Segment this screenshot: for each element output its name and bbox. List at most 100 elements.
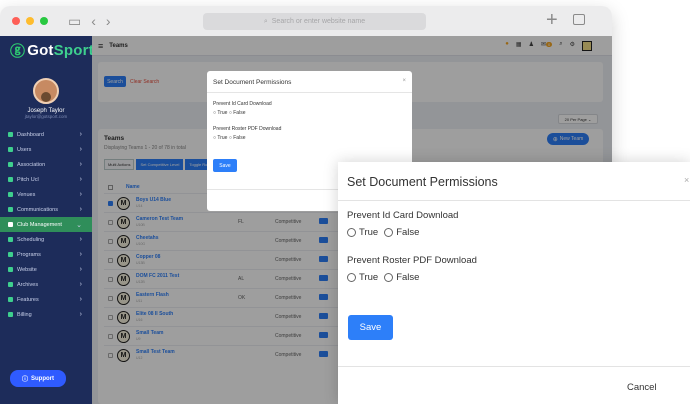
sidebar-item-label: Billing	[17, 311, 32, 318]
sidebar-item-label: Scheduling	[17, 236, 45, 243]
programs-icon	[8, 252, 13, 257]
user-email: jtaylor@gotsport.com	[24, 114, 68, 119]
close-window-button[interactable]	[12, 17, 20, 25]
roster-true-radio[interactable]: True	[217, 135, 227, 141]
forward-icon[interactable]: ›	[106, 13, 111, 29]
billing-icon	[8, 312, 13, 317]
sidebar-item-label: Dashboard	[17, 131, 44, 138]
communications-icon	[8, 207, 13, 212]
roster-false-radio[interactable]: False	[233, 135, 245, 141]
sidebar-item-label: Archives	[17, 281, 39, 288]
minimize-window-button[interactable]	[26, 17, 34, 25]
id-card-label: Prevent Id Card Download	[213, 101, 272, 107]
chevron-right-icon: ›	[79, 296, 82, 303]
sidebar-item-label: Users	[17, 146, 32, 153]
maximize-window-button[interactable]	[40, 17, 48, 25]
tab-overview-icon[interactable]	[573, 14, 585, 25]
roster-true-radio[interactable]	[347, 273, 356, 282]
modal-title: Set Document Permissions	[338, 162, 690, 201]
id-card-false-radio[interactable]	[384, 228, 394, 237]
sidebar-item-users[interactable]: Users ›	[0, 142, 92, 157]
address-bar[interactable]: ⌕ Search or enter website name	[203, 13, 426, 30]
sidebar-nav: Dashboard › Users › Association › Pitch Ucl…	[0, 127, 92, 322]
id-card-false-radio[interactable]: False	[233, 110, 245, 116]
sidebar-item-label: Website	[17, 266, 37, 273]
users-icon	[8, 147, 13, 152]
chevron-right-icon: ›	[79, 251, 82, 258]
browser-toolbar: ▭ ‹ › ⌕ Search or enter website name +	[0, 6, 612, 36]
chevron-right-icon: ›	[79, 206, 82, 213]
chevron-down-icon: ⌄	[76, 221, 82, 229]
archives-icon	[8, 282, 13, 287]
sidebar-item-website[interactable]: Website ›	[0, 262, 92, 277]
logo[interactable]: ⓖ Got Sport	[0, 36, 94, 64]
chevron-right-icon: ›	[79, 161, 82, 168]
id-card-radio-group: ○ True ○ False	[213, 110, 246, 116]
support-button[interactable]: ⓘ Support	[10, 370, 66, 387]
chevron-right-icon: ›	[79, 131, 82, 138]
close-icon[interactable]: ×	[684, 175, 689, 185]
modal-footer	[338, 366, 690, 367]
id-card-label: Prevent Id Card Download	[347, 210, 459, 221]
features-icon	[8, 297, 13, 302]
close-icon[interactable]: ×	[402, 78, 406, 84]
sidebar-item-label: Pitch Ucl	[17, 176, 39, 183]
chevron-right-icon: ›	[79, 236, 82, 243]
new-tab-icon[interactable]: +	[546, 9, 558, 32]
sidebar-item-association[interactable]: Association ›	[0, 157, 92, 172]
cancel-button[interactable]: Cancel	[627, 382, 657, 393]
sidebar-item-label: Communications	[17, 206, 58, 213]
website-icon	[8, 267, 13, 272]
sidebar-item-label: Features	[17, 296, 39, 303]
sidebar-item-archives[interactable]: Archives ›	[0, 277, 92, 292]
roster-radio-group: ○ True ○ False	[213, 135, 246, 141]
support-label: Support	[31, 375, 54, 382]
modal-title: Set Document Permissions	[207, 71, 412, 93]
venues-icon	[8, 192, 13, 197]
back-icon[interactable]: ‹	[91, 13, 96, 29]
chevron-right-icon: ›	[79, 311, 82, 318]
help-icon: ⓘ	[21, 377, 28, 383]
sidebar: ⓖ Got Sport Joseph Taylor jtaylor@gotspor…	[0, 36, 94, 404]
sidebar-item-dashboard[interactable]: Dashboard ›	[0, 127, 92, 142]
sidebar-item-scheduling[interactable]: Scheduling ›	[0, 232, 92, 247]
save-button[interactable]: Save	[213, 159, 237, 172]
logo-icon: ⓖ	[10, 42, 26, 60]
sidebar-item-club-management[interactable]: Club Management ⌄	[0, 217, 92, 232]
sidebar-item-features[interactable]: Features ›	[0, 292, 92, 307]
window-controls	[6, 17, 48, 25]
chevron-right-icon: ›	[79, 281, 82, 288]
false-label: False	[396, 272, 420, 283]
pitch-icon	[8, 177, 13, 182]
sidebar-item-label: Venues	[17, 191, 36, 198]
roster-false-radio[interactable]	[384, 273, 394, 282]
search-icon: ⌕	[263, 17, 268, 25]
sidebar-item-label: Association	[17, 161, 46, 168]
sidebar-item-venues[interactable]: Venues ›	[0, 187, 92, 202]
sidebar-item-communications[interactable]: Communications ›	[0, 202, 92, 217]
sidebar-item-programs[interactable]: Programs ›	[0, 247, 92, 262]
save-button[interactable]: Save	[348, 315, 393, 340]
brand-prefix: Got	[27, 41, 54, 59]
roster-label: Prevent Roster PDF Download	[213, 126, 282, 132]
id-card-true-radio[interactable]: True	[217, 110, 227, 116]
chevron-right-icon: ›	[79, 176, 82, 183]
club-icon	[8, 222, 13, 227]
true-label: True	[359, 272, 379, 283]
sidebar-toggle-icon[interactable]: ▭	[68, 13, 81, 30]
avatar[interactable]	[33, 78, 59, 104]
chevron-right-icon: ›	[79, 266, 82, 273]
sidebar-item-pitch[interactable]: Pitch Ucl ›	[0, 172, 92, 187]
scheduling-icon	[8, 237, 13, 242]
address-placeholder: Search or enter website name	[271, 18, 366, 25]
chevron-right-icon: ›	[79, 191, 82, 198]
false-label: False	[396, 227, 420, 238]
sidebar-item-label: Programs	[17, 251, 41, 258]
true-label: True	[359, 227, 379, 238]
sidebar-item-billing[interactable]: Billing ›	[0, 307, 92, 322]
roster-label: Prevent Roster PDF Download	[347, 255, 477, 266]
id-card-radio-group: True False	[347, 227, 419, 238]
sidebar-item-label: Club Management	[17, 221, 62, 228]
id-card-true-radio[interactable]	[347, 228, 356, 237]
chevron-right-icon: ›	[79, 146, 82, 153]
